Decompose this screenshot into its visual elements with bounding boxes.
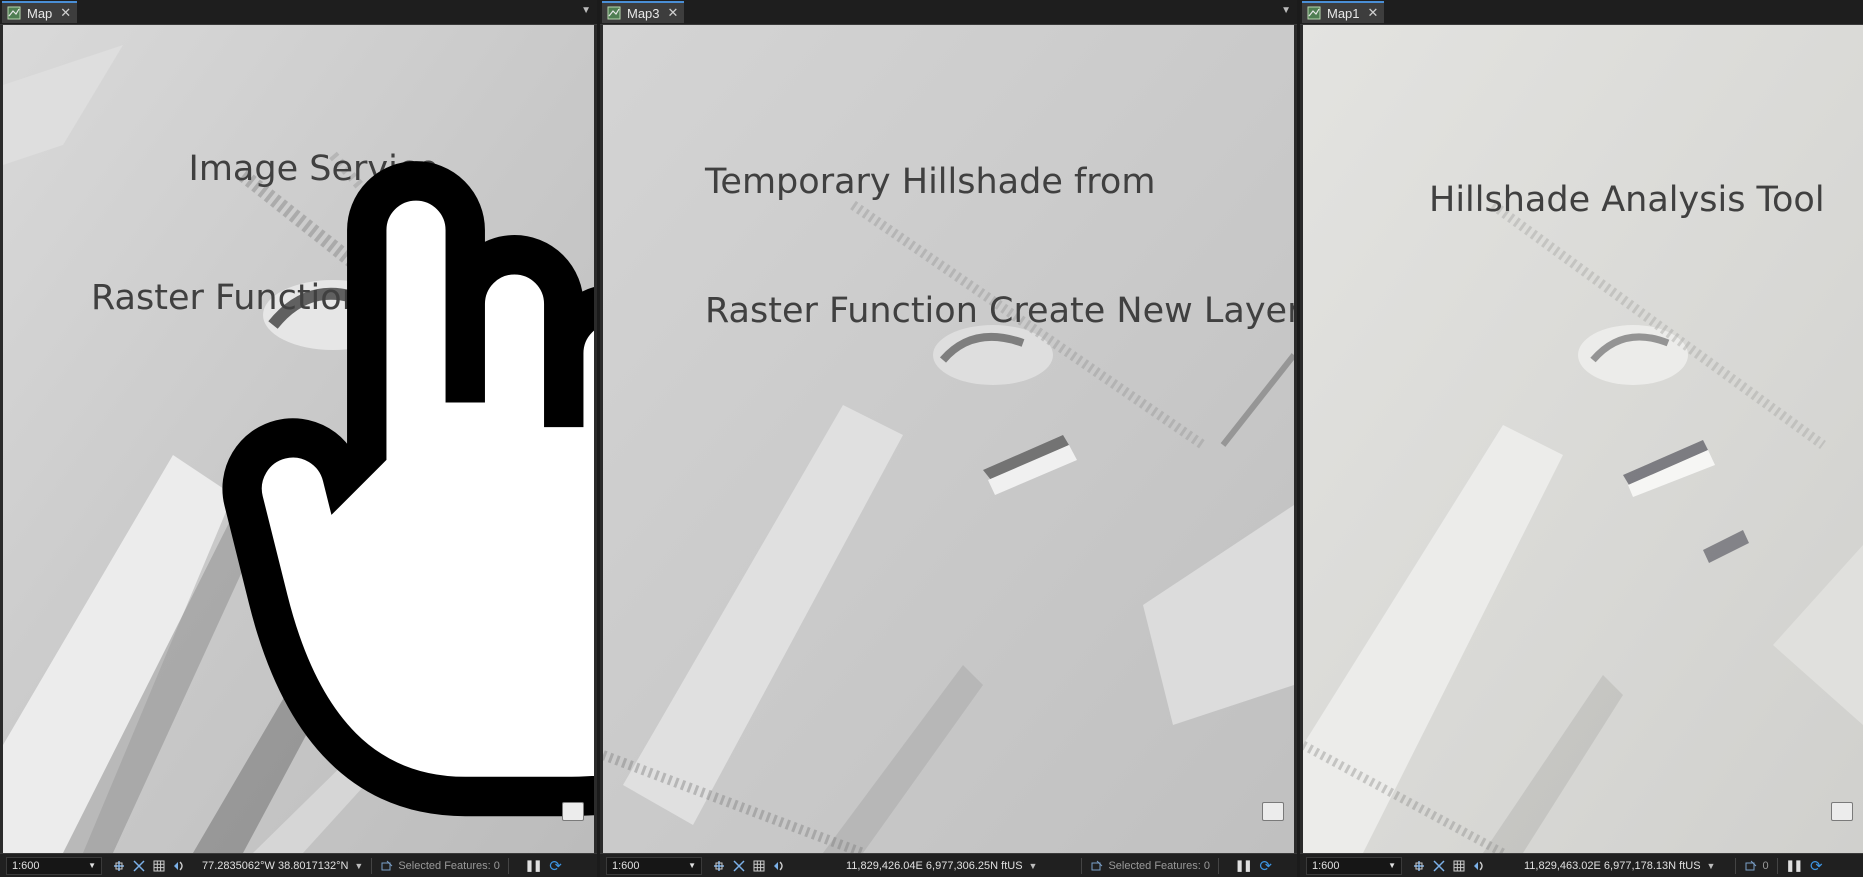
- refresh-icon[interactable]: ⟳: [1810, 857, 1823, 875]
- close-icon[interactable]: ✕: [1368, 5, 1379, 21]
- chevron-down-icon[interactable]: ▼: [354, 861, 363, 871]
- status-bar: 1:600 ▼ 11,829,426.04E 6,977,306.25N ftU…: [600, 853, 1297, 877]
- correction-icon[interactable]: [1472, 859, 1486, 873]
- legend-icon[interactable]: [1831, 802, 1853, 821]
- scale-selector[interactable]: 1:600 ▼: [6, 856, 102, 875]
- coordinates-readout: 11,829,463.02E 6,977,178.13N ftUS: [1524, 859, 1701, 872]
- chevron-down-icon[interactable]: ▼: [1707, 861, 1716, 871]
- chevron-down-icon: ▼: [88, 861, 96, 870]
- constraints-icon[interactable]: [132, 859, 146, 873]
- separator: [507, 857, 509, 874]
- map-icon: [1307, 6, 1321, 20]
- constraints-icon[interactable]: [1432, 859, 1446, 873]
- map-view[interactable]: Temporary Hillshade from Raster Function…: [603, 25, 1294, 853]
- status-bar: 1:600 ▼ 11,829,463.02E 6,977,178.13N ftU…: [1300, 853, 1863, 877]
- selected-features[interactable]: 0: [1744, 859, 1769, 873]
- separator: [1735, 857, 1737, 874]
- map-title-line-1: Hillshade Analysis Tool: [1429, 180, 1825, 220]
- scale-value: 1:600: [1312, 859, 1340, 872]
- selection-icon: [1745, 860, 1757, 870]
- map-title: Temporary Hillshade from Raster Function…: [705, 75, 1294, 419]
- selected-features-label: 0: [1762, 859, 1769, 872]
- selection-icon: [1091, 860, 1103, 870]
- tab-bar: Map1 ✕: [1300, 0, 1863, 25]
- pause-icon[interactable]: ❚❚: [1235, 859, 1252, 872]
- status-bar: 1:600 ▼ 77.2835062°W 38.8017132°N ▼ Sele…: [0, 853, 597, 877]
- refresh-icon[interactable]: ⟳: [549, 857, 562, 875]
- separator: [1217, 857, 1219, 874]
- map-title: Hillshade Analysis Tool: [1429, 93, 1825, 308]
- chevron-down-icon[interactable]: ▼: [1281, 5, 1291, 16]
- map-view[interactable]: Hillshade Analysis Tool: [1303, 25, 1863, 853]
- grid-icon[interactable]: [152, 859, 166, 873]
- tab-map3[interactable]: Map3 ✕: [602, 1, 685, 23]
- tab-bar: Map3 ✕ ▼: [600, 0, 1297, 25]
- chevron-down-icon[interactable]: ▼: [1029, 861, 1038, 871]
- close-icon[interactable]: ✕: [668, 5, 679, 21]
- map-title-line-2: Raster Function Create New Layer: [705, 291, 1294, 331]
- separator: [371, 857, 373, 874]
- coordinates-readout: 77.2835062°W 38.8017132°N: [202, 859, 349, 872]
- scale-value: 1:600: [12, 859, 40, 872]
- status-tools: [112, 859, 186, 873]
- map-pane-map1: Map1 ✕ Hillshade Analysis Tool 1:600 ▼ 1…: [1300, 0, 1863, 877]
- map-pane-map: Map ✕ ▼ Image Service Raster Function Hi…: [0, 0, 597, 877]
- scale-selector[interactable]: 1:600 ▼: [1306, 856, 1402, 875]
- legend-icon[interactable]: [562, 802, 584, 821]
- chevron-down-icon: ▼: [688, 861, 696, 870]
- refresh-icon[interactable]: ⟳: [1259, 857, 1272, 875]
- status-tools: [1412, 859, 1486, 873]
- grid-icon[interactable]: [752, 859, 766, 873]
- correction-icon[interactable]: [772, 859, 786, 873]
- constraints-icon[interactable]: [732, 859, 746, 873]
- selected-features-label: Selected Features: 0: [1108, 859, 1210, 872]
- legend-icon[interactable]: [1262, 802, 1284, 821]
- map-title-line-1: Temporary Hillshade from: [705, 162, 1156, 202]
- separator: [1081, 857, 1083, 874]
- scale-value: 1:600: [612, 859, 640, 872]
- tab-map1[interactable]: Map1 ✕: [1302, 1, 1385, 23]
- map-view[interactable]: Image Service Raster Function Hillshade: [3, 25, 594, 853]
- snapping-icon[interactable]: [112, 859, 126, 873]
- separator: [1776, 857, 1778, 874]
- selected-features[interactable]: Selected Features: 0: [380, 859, 500, 873]
- selected-features-label: Selected Features: 0: [398, 859, 500, 872]
- snapping-icon[interactable]: [1412, 859, 1426, 873]
- tab-bar: Map ✕ ▼: [0, 0, 597, 25]
- map-icon: [607, 6, 621, 20]
- pause-icon[interactable]: ❚❚: [525, 859, 542, 872]
- tab-label: Map3: [627, 5, 660, 21]
- scale-selector[interactable]: 1:600 ▼: [606, 856, 702, 875]
- status-tools: [712, 859, 786, 873]
- map-icon: [7, 6, 21, 20]
- map-pane-map3: Map3 ✕ ▼ Temporary Hillshade from Raster…: [600, 0, 1297, 877]
- close-icon[interactable]: ✕: [60, 5, 71, 21]
- hand-cursor-icon: [222, 161, 594, 817]
- chevron-down-icon[interactable]: ▼: [581, 5, 591, 16]
- grid-icon[interactable]: [1452, 859, 1466, 873]
- selected-features[interactable]: Selected Features: 0: [1090, 859, 1210, 873]
- correction-icon[interactable]: [172, 859, 186, 873]
- tab-map[interactable]: Map ✕: [2, 1, 78, 23]
- coordinates-readout: 11,829,426.04E 6,977,306.25N ftUS: [846, 859, 1023, 872]
- tab-label: Map: [27, 5, 53, 21]
- selection-icon: [381, 860, 393, 870]
- snapping-icon[interactable]: [712, 859, 726, 873]
- tab-label: Map1: [1327, 5, 1360, 21]
- pause-icon[interactable]: ❚❚: [1786, 859, 1803, 872]
- chevron-down-icon: ▼: [1388, 861, 1396, 870]
